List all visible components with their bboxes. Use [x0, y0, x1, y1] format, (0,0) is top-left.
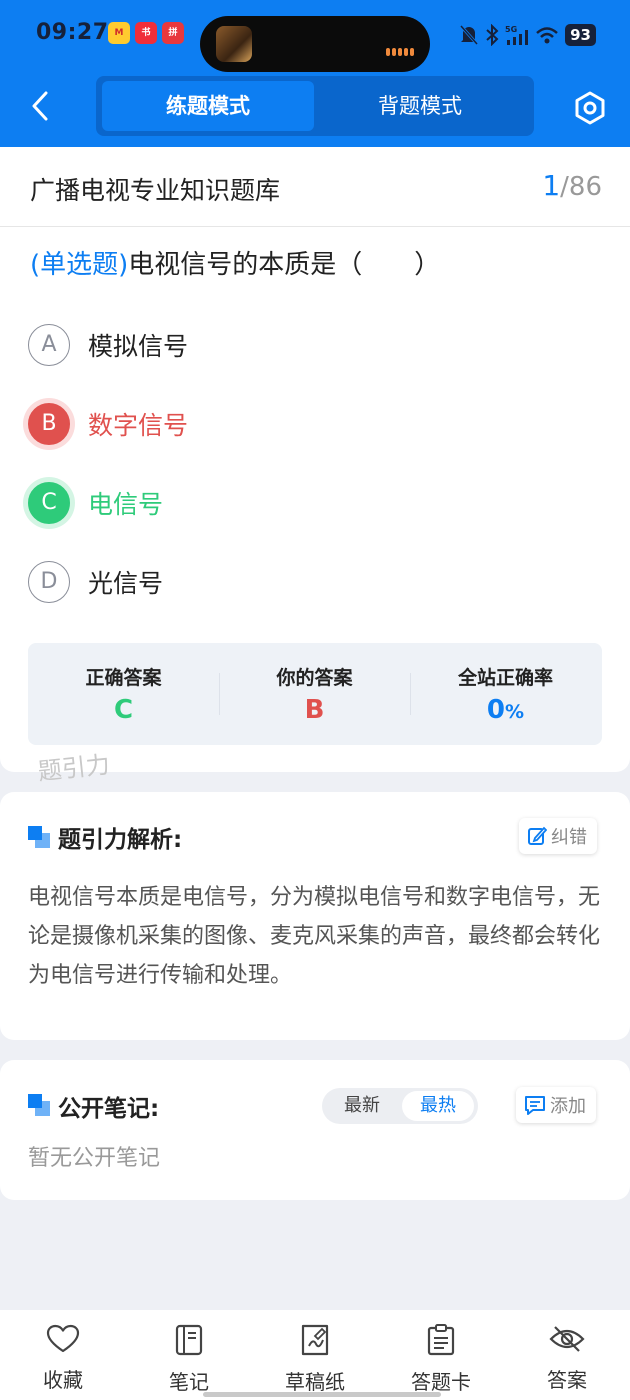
option-a[interactable]: A 模拟信号: [28, 323, 188, 367]
option-text: 光信号: [88, 569, 164, 598]
back-button[interactable]: [26, 88, 56, 124]
nav-label: 草稿纸: [285, 1370, 345, 1394]
add-note-button[interactable]: 添加: [516, 1087, 596, 1123]
stat-label: 正确答案: [85, 667, 162, 689]
stat-your-answer: 你的答案 B: [219, 643, 410, 745]
report-error-button[interactable]: 纠错: [519, 818, 597, 854]
notes-title: 公开笔记:: [58, 1096, 160, 1122]
question-progress: 1/86: [542, 169, 602, 202]
battery-indicator: 93: [565, 24, 596, 46]
tab-memorize-mode[interactable]: 背题模式: [314, 81, 526, 131]
report-error-label: 纠错: [551, 827, 587, 848]
tab-practice-mode[interactable]: 练题模式: [102, 81, 314, 131]
divider: [0, 226, 630, 227]
wifi-icon: [536, 27, 558, 44]
nav-label: 答题卡: [411, 1370, 471, 1394]
option-letter: C: [28, 482, 70, 524]
empty-notes-text: 暂无公开笔记: [28, 1146, 161, 1171]
option-letter: D: [28, 561, 70, 603]
question-type: (单选题): [30, 250, 129, 280]
pinduoduo-icon: 拼: [162, 22, 184, 44]
progress-total: /86: [560, 172, 602, 202]
audio-wave-icon: [384, 41, 414, 60]
answer-stats: 正确答案 C 你的答案 B 全站正确率 0%: [28, 643, 602, 745]
nav-show-answer[interactable]: 答案: [517, 1324, 617, 1396]
question-card: 广播电视专业知识题库 1/86 (单选题)电视信号的本质是（ ） A 模拟信号 …: [0, 147, 630, 786]
stat-value: B: [304, 695, 325, 725]
home-indicator: [203, 1392, 441, 1397]
add-note-label: 添加: [550, 1096, 586, 1117]
status-time: 09:27: [36, 20, 109, 45]
answer-card-icon: [427, 1324, 455, 1356]
edit-icon: [528, 826, 547, 845]
mode-switcher: 练题模式 背题模式: [96, 76, 534, 136]
eye-off-icon: [549, 1326, 585, 1352]
stat-value: C: [113, 695, 134, 725]
svg-text:5G: 5G: [505, 25, 517, 34]
notes-sort-switcher: 最新 最热: [322, 1088, 478, 1124]
option-c[interactable]: C 电信号: [28, 481, 163, 525]
signal-icon: 5G: [505, 25, 529, 45]
stat-value: 0%: [410, 695, 601, 725]
stat-label: 你的答案: [276, 667, 353, 689]
mall-app-icon: M: [108, 22, 130, 44]
analysis-title: 题引力解析:: [58, 827, 183, 853]
question-text: 电视信号的本质是（ ）: [128, 250, 441, 280]
nav-label: 笔记: [169, 1370, 209, 1394]
analysis-text: 电视信号本质是电信号，分为模拟电信号和数字电信号，无论是摄像机采集的图像、麦克风…: [28, 885, 601, 988]
gear-icon: [575, 91, 605, 125]
xiaohongshu-icon: 书: [135, 22, 157, 44]
question-bank-title: 广播电视专业知识题库: [30, 176, 281, 205]
status-icons: 5G 93: [459, 24, 596, 46]
analysis-card: 题引力解析: 纠错 电视信号本质是电信号，分为模拟电信号和数字电信号，无论是摄像…: [0, 792, 630, 1040]
bottom-nav: 收藏 笔记 草稿纸 答题卡 答案: [0, 1310, 630, 1400]
option-text: 模拟信号: [88, 332, 189, 361]
app-header: 09:27 M 书 拼 5G 93 练题模式 背题模式: [0, 0, 630, 147]
option-letter: A: [28, 324, 70, 366]
nav-answer-card[interactable]: 答题卡: [391, 1324, 491, 1396]
section-icon: [28, 826, 50, 848]
nav-label: 收藏: [43, 1368, 83, 1392]
option-b[interactable]: B 数字信号: [28, 402, 188, 446]
stat-correct-rate: 全站正确率 0%: [410, 643, 601, 745]
notes-card: 公开笔记: 最新 最热 添加 暂无公开笔记: [0, 1060, 630, 1200]
rate-unit: %: [505, 701, 525, 723]
media-thumbnail: [216, 26, 252, 62]
sort-newest[interactable]: 最新: [326, 1091, 398, 1121]
stat-label: 全站正确率: [457, 667, 553, 689]
mute-bell-icon: [460, 25, 479, 45]
progress-current: 1: [542, 169, 561, 202]
option-d[interactable]: D 光信号: [28, 560, 163, 604]
nav-draft[interactable]: 草稿纸: [265, 1324, 365, 1396]
stat-correct-answer: 正确答案 C: [28, 643, 219, 745]
settings-button[interactable]: [572, 90, 608, 126]
nav-favorite[interactable]: 收藏: [13, 1324, 113, 1396]
option-letter: B: [28, 403, 70, 445]
option-text: 电信号: [88, 490, 164, 519]
bluetooth-icon: [486, 24, 499, 46]
draft-icon: [301, 1324, 329, 1356]
sort-hottest[interactable]: 最热: [402, 1091, 474, 1121]
section-icon: [28, 1094, 50, 1116]
dynamic-island: [200, 16, 430, 72]
notebook-icon: [175, 1324, 203, 1356]
question-stem: (单选题)电视信号的本质是（ ）: [30, 244, 440, 281]
heart-icon: [46, 1324, 80, 1353]
status-bar: 09:27 M 书 拼 5G 93: [0, 10, 630, 72]
watermark: 题引力: [36, 750, 112, 786]
rate-number: 0: [486, 695, 506, 725]
option-text: 数字信号: [88, 411, 189, 440]
comment-icon: [525, 1096, 545, 1115]
chevron-left-icon: [32, 91, 48, 121]
nav-label: 答案: [547, 1368, 587, 1392]
nav-notes[interactable]: 笔记: [139, 1324, 239, 1396]
